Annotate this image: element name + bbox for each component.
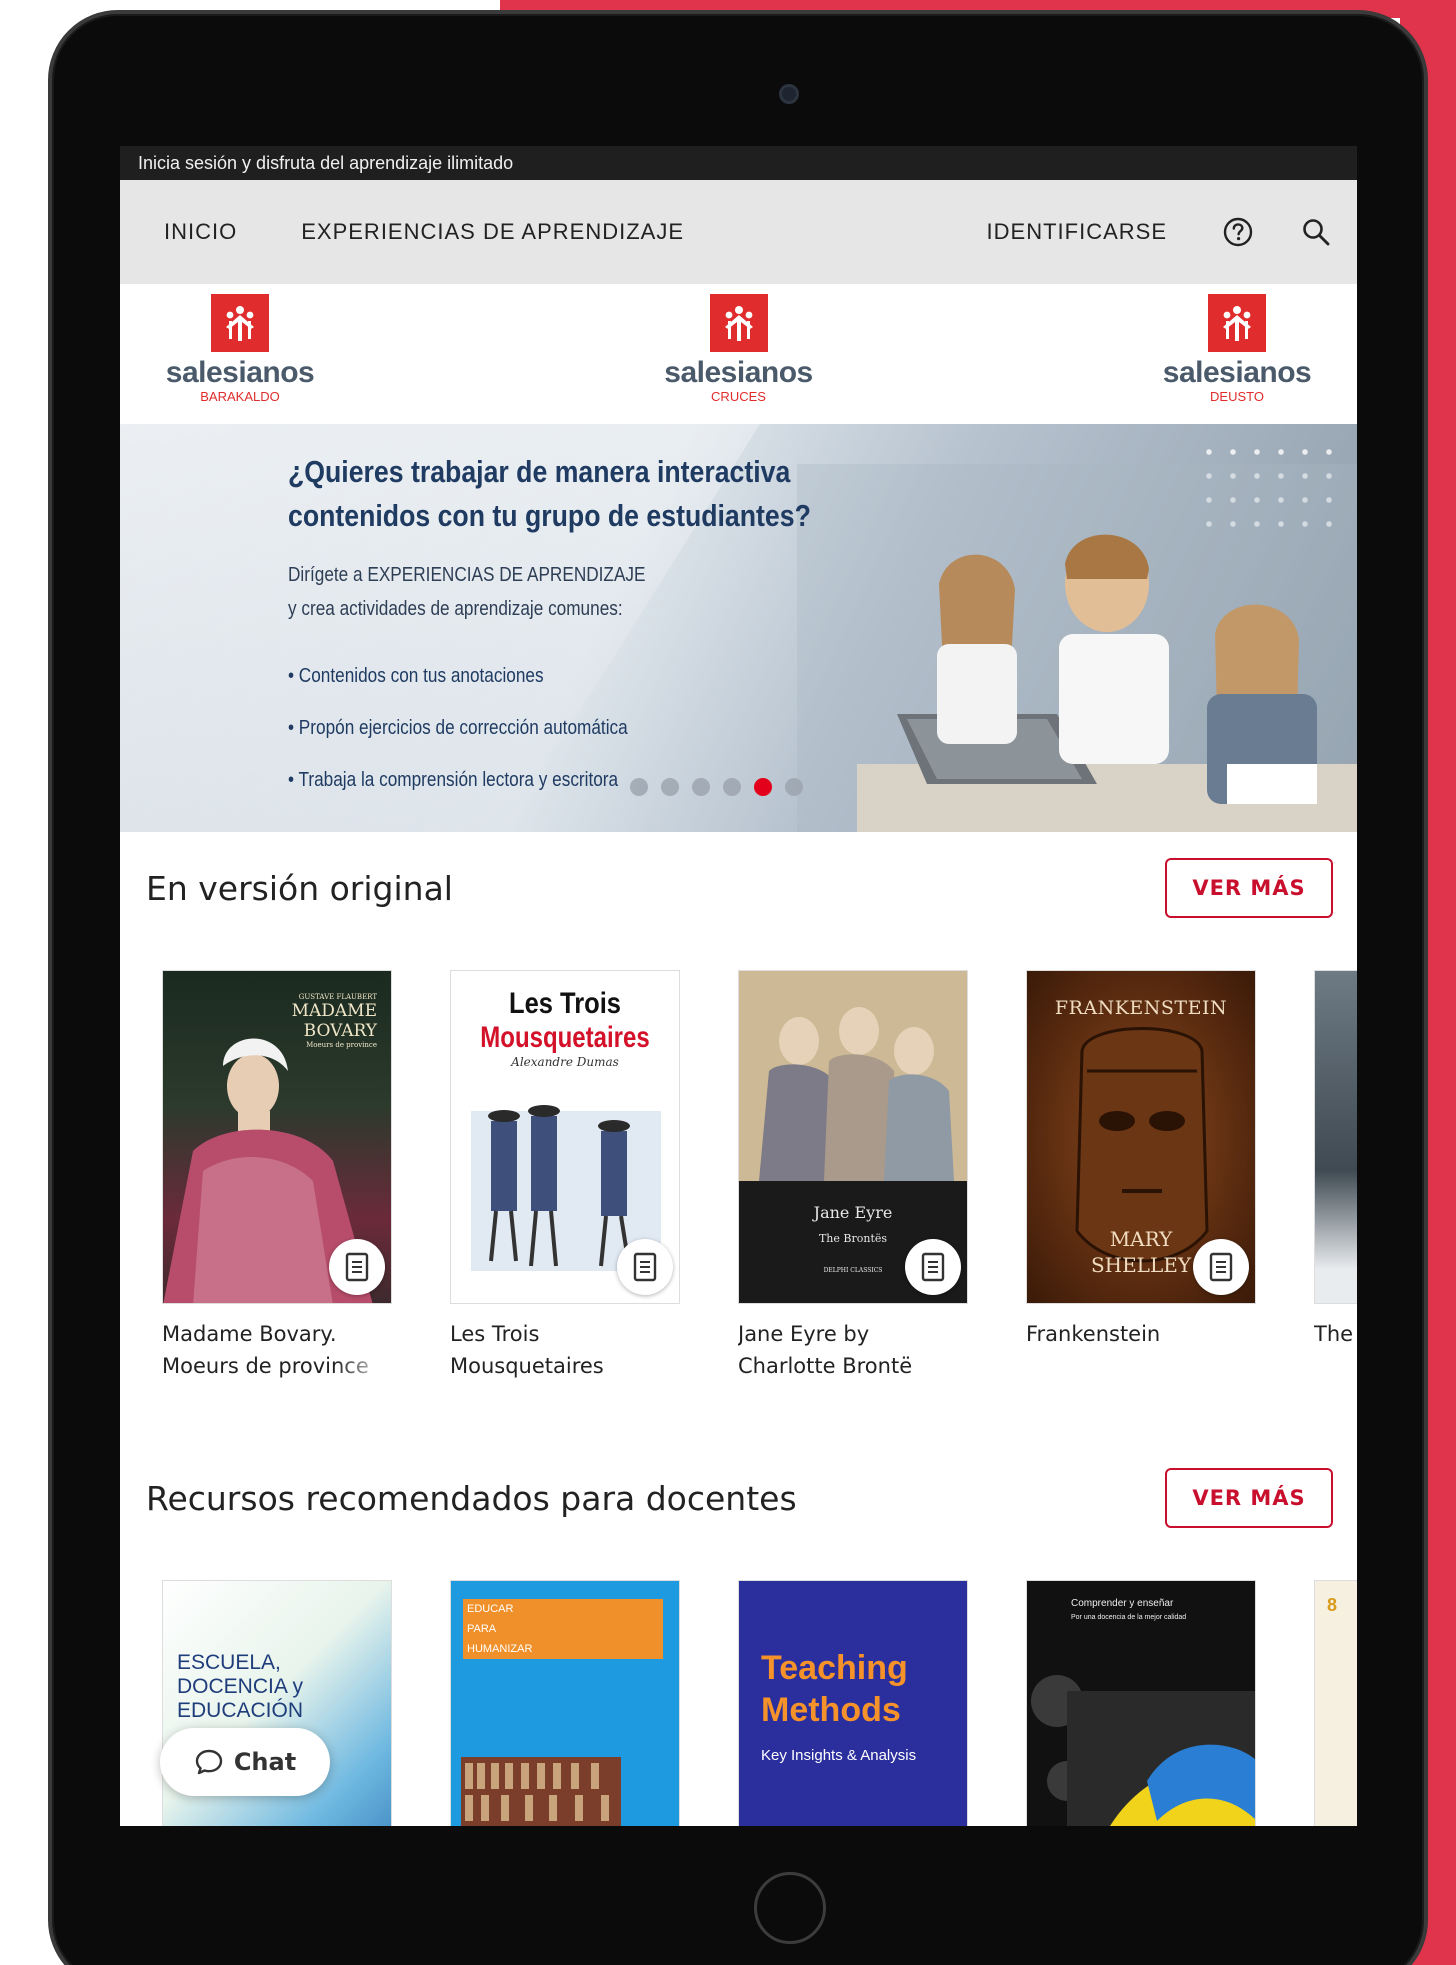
chat-label: Chat bbox=[233, 1748, 297, 1776]
carousel-dot-active[interactable] bbox=[754, 778, 772, 796]
book-card[interactable]: Comprender y enseñar Por una docencia de… bbox=[1026, 1580, 1256, 1826]
logo-sub: DEUSTO bbox=[1210, 389, 1264, 404]
nav-inicio[interactable]: INICIO bbox=[164, 219, 237, 245]
school-logos: salesianos BARAKALDO salesianos CRUCES s… bbox=[120, 284, 1357, 424]
section-original-header: En versión original VER MÁS bbox=[120, 858, 1357, 918]
home-button[interactable] bbox=[754, 1872, 826, 1944]
hero-bullet: • Propón ejercicios de corrección automá… bbox=[288, 717, 628, 739]
document-icon bbox=[617, 1239, 673, 1295]
hero-title-line1: ¿Quieres trabajar de manera interactiva bbox=[288, 454, 791, 489]
main-nav: INICIO EXPERIENCIAS DE APRENDIZAJE IDENT… bbox=[120, 180, 1357, 284]
ver-mas-button[interactable]: VER MÁS bbox=[1165, 858, 1333, 918]
carousel-dot[interactable] bbox=[692, 778, 710, 796]
logo-cruces[interactable]: salesianos CRUCES bbox=[659, 294, 819, 424]
book-title: Madame Bovary. Moeurs de province bbox=[162, 1322, 369, 1378]
book-cover: Jane Eyre The Brontës DELPHI CLASSICS bbox=[738, 970, 968, 1304]
book-cover: Teaching Methods Key Insights & Analysis bbox=[738, 1580, 968, 1826]
scene: Inicia sesión y disfruta del aprendizaje… bbox=[0, 0, 1456, 1965]
search-icon[interactable] bbox=[1299, 215, 1333, 249]
book-card[interactable]: 8 bbox=[1314, 1580, 1357, 1826]
help-circle-icon[interactable] bbox=[1221, 215, 1255, 249]
ver-mas-button[interactable]: VER MÁS bbox=[1165, 1468, 1333, 1528]
cover-number: 8 bbox=[1327, 1595, 1338, 1615]
cover-line: MADAME bbox=[291, 1001, 377, 1021]
carousel-dot[interactable] bbox=[785, 778, 803, 796]
cover-title: GUSTAVE FLAUBERT MADAME BOVARY Moeurs de… bbox=[163, 993, 391, 1049]
book-card[interactable]: Teaching Methods Key Insights & Analysis bbox=[738, 1580, 968, 1826]
logo-deusto[interactable]: salesianos DEUSTO bbox=[1157, 294, 1317, 424]
cover-line: ESCUELA, bbox=[177, 1651, 281, 1674]
logo-barakaldo[interactable]: salesianos BARAKALDO bbox=[160, 294, 320, 424]
document-icon bbox=[329, 1239, 385, 1295]
logo-sub: CRUCES bbox=[711, 389, 766, 404]
cover-line: DOCENCIA y bbox=[177, 1675, 304, 1698]
hero-title-line2: contenidos con tu grupo de estudiantes? bbox=[288, 498, 811, 533]
cover-title: ESCUELA, DOCENCIA y EDUCACIÓN bbox=[177, 1651, 391, 1723]
logo-name: salesianos bbox=[664, 356, 813, 389]
book-cover bbox=[1314, 970, 1357, 1304]
cover-title: FRANKENSTEIN bbox=[1054, 997, 1228, 1019]
book-cover: 8 bbox=[1314, 1580, 1357, 1826]
cover-title: Teaching Methods bbox=[761, 1647, 967, 1731]
book-title: Les Trois Mousquetaires bbox=[450, 1322, 604, 1378]
chat-bubble-icon bbox=[195, 1749, 223, 1775]
book-card[interactable]: GUSTAVE FLAUBERT MADAME BOVARY Moeurs de… bbox=[162, 970, 392, 1382]
logo-name: salesianos bbox=[165, 356, 315, 389]
book-title: Frankenstein bbox=[1026, 1322, 1161, 1346]
hero-sub-line1: Dirígete a EXPERIENCIAS DE APRENDIZAJE bbox=[288, 564, 646, 586]
carousel-dot[interactable] bbox=[723, 778, 741, 796]
cover-line: EDUCACIÓN bbox=[177, 1699, 304, 1722]
app-screen: Inicia sesión y disfruta del aprendizaje… bbox=[120, 146, 1357, 1826]
camera-icon bbox=[779, 84, 799, 104]
hero-sub-line2: y crea actividades de aprendizaje comune… bbox=[288, 598, 623, 620]
salesianos-mark-icon bbox=[211, 294, 269, 352]
book-card[interactable]: Jane Eyre The Brontës DELPHI CLASSICS Ja… bbox=[738, 970, 968, 1382]
cover-line: Moeurs de province bbox=[306, 1041, 377, 1049]
salesianos-mark-icon bbox=[709, 294, 768, 352]
book-cover: Comprender y enseñar Por una docencia de… bbox=[1026, 1580, 1256, 1826]
book-cover: EDUCAR PARA HUMANIZAR bbox=[450, 1580, 680, 1826]
carousel-dot[interactable] bbox=[630, 778, 648, 796]
book-card[interactable]: EDUCAR PARA HUMANIZAR bbox=[450, 1580, 680, 1826]
salesianos-mark-icon bbox=[1208, 294, 1266, 352]
book-card[interactable]: FRANKENSTEIN MARY SHELLEY Frankenstein bbox=[1026, 970, 1256, 1382]
chat-button[interactable]: Chat bbox=[160, 1728, 330, 1796]
section-title: En versión original bbox=[146, 868, 453, 908]
book-card[interactable]: Les Trois Mousquetaires Alexandre Dumas bbox=[450, 970, 680, 1382]
cover-author: GUSTAVE FLAUBERT bbox=[298, 993, 377, 1001]
shelf-original: GUSTAVE FLAUBERT MADAME BOVARY Moeurs de… bbox=[120, 970, 1357, 1382]
section-docentes-header: Recursos recomendados para docentes VER … bbox=[120, 1468, 1357, 1528]
logo-name: salesianos bbox=[1162, 356, 1312, 389]
carousel-dot[interactable] bbox=[661, 778, 679, 796]
cover-illustration bbox=[461, 1757, 621, 1826]
book-card[interactable]: The Sh bbox=[1314, 970, 1357, 1382]
book-cover: FRANKENSTEIN MARY SHELLEY bbox=[1026, 970, 1256, 1304]
book-title: The Sh bbox=[1314, 1322, 1357, 1346]
login-link[interactable]: IDENTIFICARSE bbox=[987, 219, 1167, 245]
book-cover: GUSTAVE FLAUBERT MADAME BOVARY Moeurs de… bbox=[162, 970, 392, 1304]
hero-bullet: • Contenidos con tus anotaciones bbox=[288, 665, 544, 687]
cover-subtitle: Key Insights & Analysis bbox=[761, 1747, 917, 1764]
cover-line: Jane Eyre bbox=[813, 1203, 893, 1222]
nav-experiencias[interactable]: EXPERIENCIAS DE APRENDIZAJE bbox=[301, 219, 684, 245]
hero-text: ¿Quieres trabajar de manera interactiva … bbox=[288, 450, 888, 806]
document-icon bbox=[1193, 1239, 1249, 1295]
carousel-dots bbox=[630, 778, 816, 796]
document-icon bbox=[905, 1239, 961, 1295]
cover-line: Methods bbox=[761, 1691, 901, 1729]
book-title: Jane Eyre by Charlotte Brontë bbox=[738, 1322, 913, 1378]
cover-illustration bbox=[1031, 1675, 1255, 1826]
section-title: Recursos recomendados para docentes bbox=[146, 1478, 797, 1518]
logo-sub: BARAKALDO bbox=[200, 389, 280, 404]
hero-carousel[interactable]: ¿Quieres trabajar de manera interactiva … bbox=[120, 424, 1357, 832]
login-prompt-bar[interactable]: Inicia sesión y disfruta del aprendizaje… bbox=[120, 146, 1357, 180]
book-cover: Les Trois Mousquetaires Alexandre Dumas bbox=[450, 970, 680, 1304]
cover-line: Teaching bbox=[761, 1649, 908, 1687]
cover-line: BOVARY bbox=[303, 1021, 377, 1041]
